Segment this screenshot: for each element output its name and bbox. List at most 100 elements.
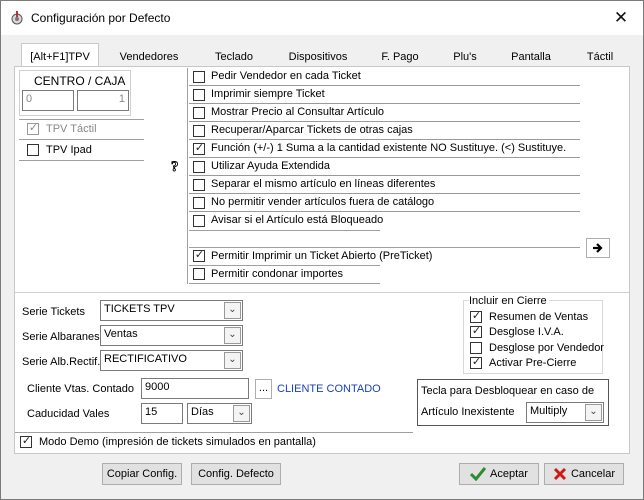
serie-rectif-value: RECTIFICATIVO [104, 353, 187, 365]
tpv-tactil-checkbox[interactable]: ✓ [27, 122, 39, 135]
option-label: Imprimir siempre Ticket [211, 88, 325, 100]
tpv-ipad-checkbox[interactable] [27, 144, 39, 156]
aceptar-label: Aceptar [490, 468, 528, 480]
chevron-down-icon: ⌄ [224, 302, 241, 319]
centro-caja-label: CENTRO / CAJA [34, 74, 126, 88]
check-icon: ✓ [471, 356, 482, 368]
serie-tickets-value: TICKETS TPV [104, 303, 175, 315]
svg-text:?: ? [171, 159, 179, 174]
check-icon: ✓ [194, 142, 205, 154]
next-arrow-button[interactable] [586, 238, 610, 258]
desbloqueo-line2: Artículo Inexistente [421, 406, 515, 418]
preticket-checkbox[interactable]: ✓ [193, 249, 205, 262]
option-checkbox[interactable] [193, 89, 205, 101]
divider [189, 265, 380, 266]
divider [189, 283, 380, 284]
option-checkbox[interactable]: ✓ [193, 142, 205, 155]
tab-teclado[interactable]: Teclado [201, 47, 267, 67]
cierre-label: Resumen de Ventas [489, 311, 589, 323]
chevron-down-icon: ⌄ [224, 327, 241, 344]
option-label: Separar el mismo artículo en líneas dife… [211, 178, 436, 190]
help-icon[interactable]: ? [170, 158, 182, 174]
desbloqueo-value: Multiply [530, 405, 568, 417]
cliente-input[interactable]: 9000 [141, 378, 249, 399]
divider [189, 247, 580, 248]
option-checkbox[interactable] [193, 215, 205, 227]
cierre-label: Desglose por Vendedor [489, 342, 604, 354]
arrow-right-icon [593, 243, 603, 253]
cierre-checkbox[interactable]: ✓ [470, 356, 482, 369]
chevron-down-icon: ⌄ [224, 352, 241, 369]
cliente-browse-button[interactable]: ... [255, 379, 272, 399]
check-icon: ✓ [21, 435, 32, 447]
copiar-config-button[interactable]: Copiar Config. [102, 463, 182, 485]
config-defecto-button[interactable]: Config. Defecto [191, 463, 281, 485]
close-icon[interactable]: ✕ [607, 7, 635, 29]
window-title: Configuración por Defecto [31, 11, 171, 25]
cierre-checkbox[interactable] [470, 342, 482, 354]
desbloqueo-line1: Tecla para Desbloquear en caso de [421, 385, 595, 397]
cierre-label: Desglose I.V.A. [489, 326, 564, 338]
cierre-checkbox[interactable]: ✓ [470, 325, 482, 338]
option-label: Pedir Vendedor en cada Ticket [211, 70, 361, 82]
option-label: Mostrar Precio al Consultar Artículo [211, 106, 385, 118]
tab-pantalla[interactable]: Pantalla [501, 47, 561, 67]
cliente-name: CLIENTE CONTADO [277, 383, 381, 395]
divider [19, 119, 144, 120]
aceptar-button[interactable]: Aceptar [459, 463, 539, 485]
desbloqueo-select[interactable]: Multiply ⌄ [526, 402, 604, 423]
caducidad-unit-select[interactable]: Días ⌄ [187, 403, 252, 424]
tpv-tactil-label: TPV Táctil [46, 123, 97, 135]
divider [19, 160, 144, 161]
cierre-checkbox[interactable]: ✓ [470, 310, 482, 323]
tab-fpago[interactable]: F. Pago [371, 47, 429, 67]
caducidad-unit-value: Días [191, 406, 214, 418]
modo-demo-checkbox[interactable]: ✓ [20, 435, 32, 448]
centro-input[interactable]: 0 [22, 90, 74, 111]
serie-albaranes-value: Ventas [104, 328, 138, 340]
option-checkbox[interactable] [193, 107, 205, 119]
divider [189, 230, 380, 231]
check-icon: ✓ [28, 122, 39, 134]
cancelar-button[interactable]: Cancelar [544, 463, 624, 485]
preticket-label: Permitir Imprimir un Ticket Abierto (Pre… [211, 250, 433, 262]
checkmark-icon [469, 467, 487, 482]
option-checkbox[interactable] [193, 125, 205, 137]
option-checkbox[interactable] [193, 179, 205, 191]
cancelar-label: Cancelar [570, 468, 616, 480]
cliente-label: Cliente Vtas. Contado [27, 383, 135, 395]
condonar-label: Permitir condonar importes [211, 268, 344, 280]
serie-albaranes-select[interactable]: Ventas ⌄ [100, 325, 243, 346]
option-checkbox[interactable] [193, 161, 205, 173]
tab-tpv[interactable]: [Alt+F1]TPV [23, 47, 97, 67]
tab-plus[interactable]: Plu's [443, 47, 487, 67]
modo-demo-label: Modo Demo (impresión de tickets simulado… [39, 436, 316, 448]
serie-tickets-label: Serie Tickets [22, 306, 85, 318]
separator [187, 68, 188, 284]
divider [15, 432, 413, 433]
cierre-label: Activar Pre-Cierre [489, 357, 577, 369]
option-checkbox[interactable] [193, 71, 205, 83]
tab-tactil[interactable]: Táctil [577, 47, 623, 67]
tab-dispositivos[interactable]: Dispositivos [281, 47, 355, 67]
chevron-down-icon: ⌄ [585, 404, 602, 421]
option-label: No permitir vender artículos fuera de ca… [211, 196, 435, 208]
serie-rectif-select[interactable]: RECTIFICATIVO ⌄ [100, 350, 243, 371]
option-label: Utilizar Ayuda Extendida [211, 160, 331, 172]
check-icon: ✓ [471, 325, 482, 337]
condonar-checkbox[interactable] [193, 268, 205, 280]
serie-albaranes-label: Serie Albaranes [22, 331, 100, 343]
serie-rectif-label: Serie Alb.Rectif. [22, 356, 101, 368]
chevron-down-icon: ⌄ [233, 405, 250, 422]
caducidad-input[interactable]: 15 [141, 403, 183, 424]
x-icon [553, 468, 567, 481]
option-label: Avisar si el Artículo está Bloqueado [211, 214, 384, 226]
caja-input[interactable]: 1 [77, 90, 129, 111]
tab-vendedores[interactable]: Vendedores [111, 47, 187, 67]
check-icon: ✓ [471, 310, 482, 322]
serie-tickets-select[interactable]: TICKETS TPV ⌄ [100, 300, 243, 321]
tpv-ipad-label: TPV Ipad [46, 144, 92, 156]
option-checkbox[interactable] [193, 197, 205, 209]
option-label: Función (+/-) 1 Suma a la cantidad exist… [211, 142, 567, 154]
divider [19, 139, 144, 140]
